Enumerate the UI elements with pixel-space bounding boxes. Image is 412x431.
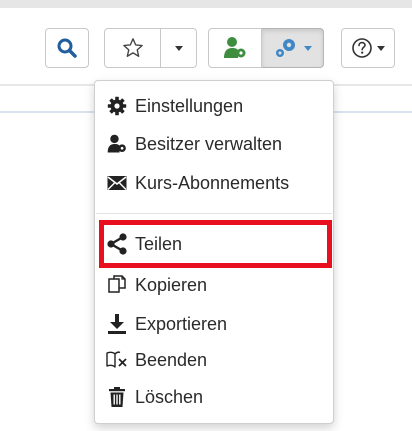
copy-icon <box>105 273 129 297</box>
gear-icon <box>105 94 129 118</box>
user-gear-icon <box>105 132 129 156</box>
menu-item-kopieren[interactable]: Kopieren <box>95 267 333 303</box>
gears-icon <box>275 39 295 57</box>
search-icon <box>57 38 77 58</box>
highlight-box <box>99 220 332 268</box>
trash-icon <box>105 385 129 409</box>
download-icon <box>105 312 129 336</box>
chevron-down-icon <box>303 45 312 51</box>
menu-item-besitzer-verwalten[interactable]: Besitzer verwalten <box>95 126 333 162</box>
favorite-button[interactable] <box>104 28 161 68</box>
star-outline-icon <box>122 38 143 57</box>
menu-item-label: Einstellungen <box>135 95 244 116</box>
menu-item-loeschen[interactable]: Löschen <box>95 379 333 415</box>
question-circle-icon <box>352 38 372 58</box>
menu-item-label: Beenden <box>135 349 208 370</box>
owners-button[interactable] <box>208 28 262 68</box>
envelope-icon <box>105 171 129 195</box>
menu-item-label: Kurs-Abonnements <box>135 172 290 193</box>
menu-divider <box>96 213 332 214</box>
menu-item-label: Löschen <box>135 386 204 407</box>
menu-item-einstellungen[interactable]: Einstellungen <box>95 88 333 124</box>
search-button[interactable] <box>45 28 89 68</box>
tools-dropdown-button[interactable] <box>262 28 324 68</box>
book-close-icon <box>105 348 129 372</box>
chevron-down-icon <box>174 45 183 51</box>
menu-item-label: Exportieren <box>135 313 228 334</box>
menu-item-beenden[interactable]: Beenden <box>95 342 333 378</box>
menu-item-label: Kopieren <box>135 274 208 295</box>
top-bar <box>0 0 412 8</box>
help-dropdown-button[interactable] <box>341 28 395 68</box>
menu-item-kurs-abonnements[interactable]: Kurs-Abonnements <box>95 165 333 201</box>
chevron-down-icon <box>377 45 385 51</box>
menu-item-exportieren[interactable]: Exportieren <box>95 306 333 342</box>
favorite-dropdown-toggle[interactable] <box>161 28 197 68</box>
user-gear-icon <box>224 37 246 58</box>
menu-item-label: Besitzer verwalten <box>135 133 283 154</box>
